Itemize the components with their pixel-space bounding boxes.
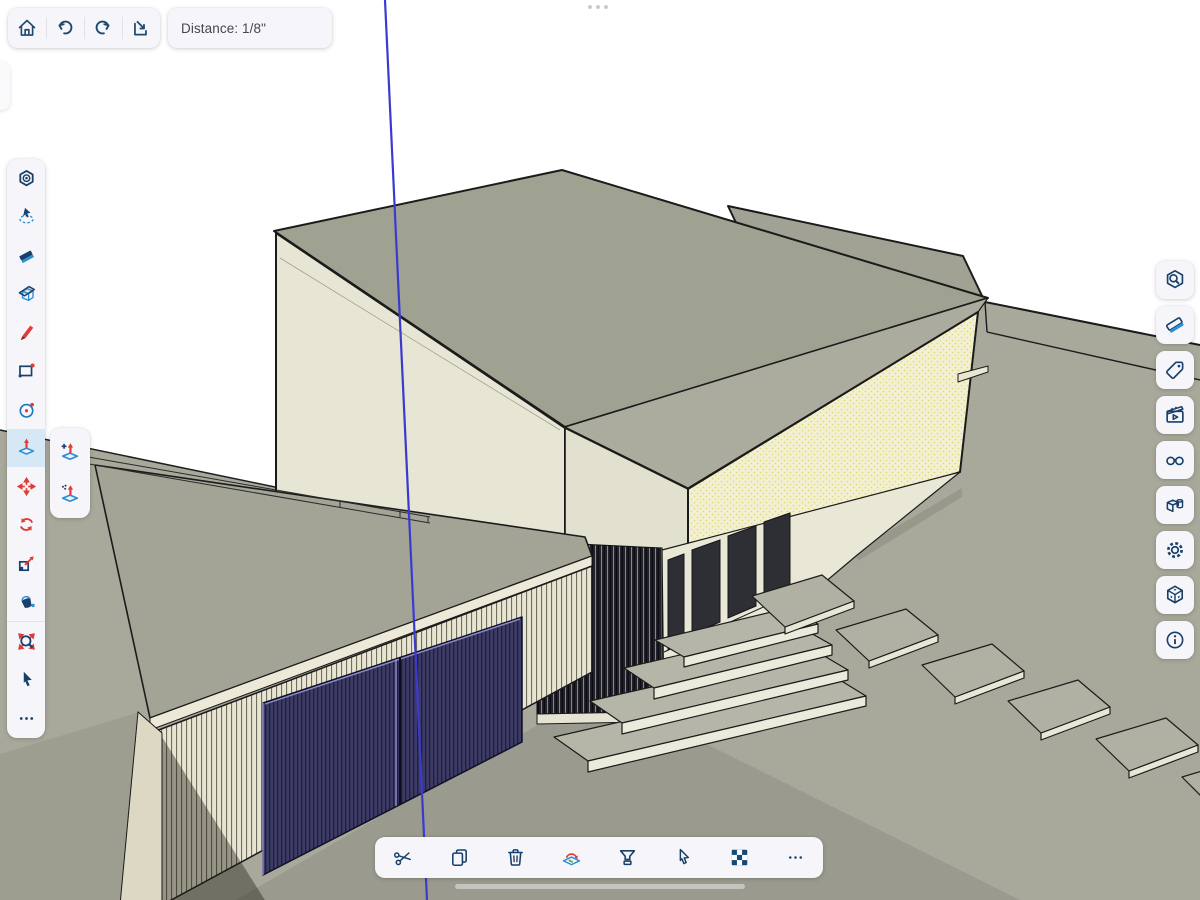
- tool-line-pencil[interactable]: [7, 313, 45, 352]
- more-tools-button[interactable]: [7, 699, 45, 738]
- tool-zoom-extents[interactable]: [7, 621, 45, 661]
- ellipsis-icon: [16, 708, 37, 729]
- distance-label: Distance: 1/8": [181, 21, 266, 36]
- tool-rotate[interactable]: [7, 506, 45, 545]
- search-model-button[interactable]: [1156, 261, 1194, 299]
- push-pull-new-face-button[interactable]: [52, 433, 88, 471]
- home-button[interactable]: [8, 8, 46, 48]
- cursor-outline-icon: [672, 846, 695, 869]
- gear-icon: [1163, 538, 1187, 562]
- components-icon: [1163, 493, 1187, 517]
- rotate-tool-icon: [16, 514, 37, 535]
- tool-push-pull[interactable]: [7, 429, 45, 468]
- move-tool-icon: [16, 476, 37, 497]
- flip-button[interactable]: [543, 837, 599, 878]
- measurement-box[interactable]: Distance: 1/8": [168, 8, 332, 48]
- eraser-icon: [16, 245, 37, 266]
- circle-tool-icon: [16, 399, 37, 420]
- funnel-icon: [616, 846, 639, 869]
- undo-button[interactable]: [46, 8, 84, 48]
- scissors-icon: [392, 846, 415, 869]
- export-arrow-icon: [130, 17, 152, 39]
- tag-icon: [1163, 358, 1187, 382]
- filter-funnel-button[interactable]: [599, 837, 655, 878]
- scenes-button[interactable]: [1156, 396, 1194, 434]
- model-canvas[interactable]: [0, 0, 1200, 900]
- redo-icon: [92, 17, 114, 39]
- tool-rectangle[interactable]: [7, 352, 45, 391]
- tool-circle[interactable]: [7, 390, 45, 429]
- styles-eraser-icon: [1163, 313, 1187, 337]
- push-pull-stretch-button[interactable]: [52, 475, 88, 513]
- checker-swatch-icon: [728, 846, 751, 869]
- export-button[interactable]: [122, 8, 160, 48]
- bottom-toolbar: [375, 837, 823, 878]
- hidden-panel-handle[interactable]: [0, 62, 10, 110]
- trash-icon: [504, 846, 527, 869]
- home-icon: [16, 17, 38, 39]
- tool-lasso-select[interactable]: [7, 198, 45, 237]
- push-pull-flyout: [50, 428, 90, 518]
- section-plane-icon: [16, 283, 37, 304]
- tool-select-arrow[interactable]: [7, 661, 45, 700]
- components-button[interactable]: [1156, 486, 1194, 524]
- push-pull-plus-icon: [59, 441, 81, 463]
- scale-tool-icon: [16, 553, 37, 574]
- select-arrow-icon: [16, 669, 37, 690]
- pencil-icon: [16, 322, 37, 343]
- cut-button[interactable]: [375, 837, 431, 878]
- tool-shapes-hexagon[interactable]: [7, 159, 45, 198]
- left-toolbar: [7, 159, 45, 738]
- hexagon-tool-icon: [16, 168, 37, 189]
- push-pull-stretch-icon: [59, 483, 81, 505]
- redo-button[interactable]: [84, 8, 122, 48]
- tool-scale[interactable]: [7, 544, 45, 583]
- paint-bucket-icon: [16, 591, 37, 612]
- lasso-icon: [16, 206, 37, 227]
- multitask-indicator-icon[interactable]: [588, 5, 608, 9]
- app-window: Distance: 1/8": [0, 0, 1200, 900]
- copy-icon: [448, 846, 471, 869]
- dice-cube-icon: [1163, 583, 1187, 607]
- undo-icon: [54, 17, 76, 39]
- tool-move[interactable]: [7, 467, 45, 506]
- top-toolbar: [8, 8, 160, 48]
- copy-button[interactable]: [431, 837, 487, 878]
- select-cursor-button[interactable]: [655, 837, 711, 878]
- tool-paint-bucket[interactable]: [7, 583, 45, 622]
- home-indicator[interactable]: [455, 884, 745, 889]
- model-info-button[interactable]: [1156, 621, 1194, 659]
- tool-section-plane[interactable]: [7, 275, 45, 314]
- delete-button[interactable]: [487, 837, 543, 878]
- tool-eraser[interactable]: [7, 236, 45, 275]
- materials-button[interactable]: [1156, 576, 1194, 614]
- info-icon: [1163, 628, 1187, 652]
- styles-button[interactable]: [1156, 306, 1194, 344]
- glasses-icon: [1163, 448, 1187, 472]
- display-button[interactable]: [1156, 441, 1194, 479]
- zoom-extents-icon: [16, 631, 37, 652]
- flip-plane-icon: [560, 846, 583, 869]
- clapperboard-icon: [1163, 403, 1187, 427]
- rectangle-tool-icon: [16, 360, 37, 381]
- cube-magnifier-icon: [1163, 268, 1187, 292]
- settings-button[interactable]: [1156, 531, 1194, 569]
- tags-button[interactable]: [1156, 351, 1194, 389]
- push-pull-icon: [16, 437, 37, 458]
- more-button[interactable]: [767, 837, 823, 878]
- ellipsis-icon: [784, 846, 807, 869]
- swatch-pattern-button[interactable]: [711, 837, 767, 878]
